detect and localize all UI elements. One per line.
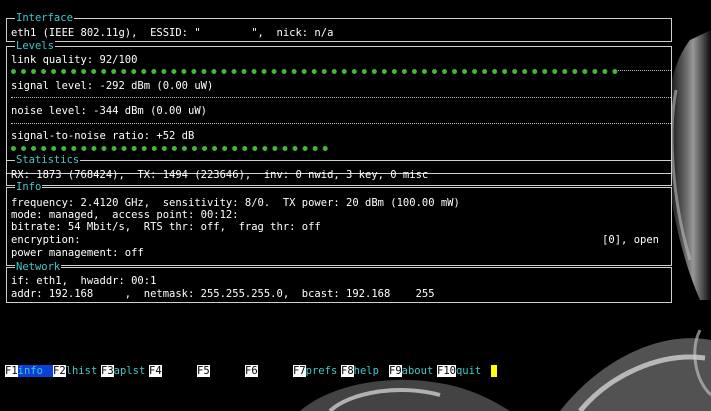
interface-line: eth1 (IEEE 802.11g), ESSID: " ", nick: n…	[11, 27, 334, 39]
info-section: Info frequency: 2.4120 GHz, sensitivity:…	[6, 181, 672, 266]
interface-section: Interface eth1 (IEEE 802.11g), ESSID: " …	[6, 12, 672, 42]
fkey-label-f7: prefs	[305, 365, 338, 377]
fkey-f7[interactable]: F7prefs	[293, 365, 337, 377]
info-frequency-line: frequency: 2.4120 GHz, sensitivity: 8/0.…	[11, 197, 460, 209]
statistics-title: Statistics	[15, 154, 81, 166]
terminal-cursor	[491, 365, 497, 377]
network-section: Network if: eth1, hwaddr: 00:1 addr: 192…	[6, 261, 672, 303]
levels-title: Levels	[15, 40, 55, 52]
info-mode-line: mode: managed, access point: 00:12:	[11, 209, 239, 221]
fkey-key-f2: F2	[53, 365, 66, 377]
fkey-key-f8: F8	[341, 365, 354, 377]
fkey-f5[interactable]: F5	[197, 365, 210, 377]
fkey-key-f1: F1	[5, 365, 18, 377]
signal-level-text: signal level: -292 dBm (0.00 uW)	[11, 80, 214, 92]
fkey-label-f2: lhist	[65, 365, 98, 377]
network-addr-line: addr: 192.168 , netmask: 255.255.255.0, …	[11, 288, 435, 300]
statistics-section: Statistics RX: 1873 (768424), TX: 1494 (…	[6, 154, 672, 186]
fkey-label-f9: about	[401, 365, 434, 377]
link-quality-text: link quality: 92/100	[11, 54, 138, 66]
fkey-f3[interactable]: F3aplst	[101, 365, 145, 377]
fkey-f2[interactable]: F2lhist	[53, 365, 97, 377]
fkey-label-f3: aplst	[113, 365, 146, 377]
fkey-label-f10: quit	[455, 365, 482, 377]
snr-bar-fill	[11, 146, 328, 151]
fkey-f9[interactable]: F9about	[389, 365, 433, 377]
info-bitrate-line: bitrate: 54 Mbit/s, RTS thr: off, frag t…	[11, 221, 321, 233]
network-if-line: if: eth1, hwaddr: 00:1	[11, 275, 157, 287]
link-quality-bar-rest	[618, 70, 671, 71]
wavemon-panel: Interface eth1 (IEEE 802.11g), ESSID: " …	[6, 12, 672, 303]
snr-text: signal-to-noise ratio: +52 dB	[11, 130, 195, 142]
link-quality-bar-fill	[11, 69, 618, 74]
fkey-f8[interactable]: F8help	[341, 365, 379, 377]
fkey-key-f6: F6	[245, 365, 258, 377]
snr-bar	[11, 146, 671, 151]
fkey-key-f4: F4	[149, 365, 162, 377]
statistics-line: RX: 1873 (768424), TX: 1494 (223646), in…	[11, 169, 429, 181]
noise-level-bar	[11, 123, 671, 124]
link-quality-bar	[11, 69, 671, 74]
fkey-f4[interactable]: F4	[149, 365, 162, 377]
info-encryption-label: encryption:	[11, 234, 81, 246]
fkey-label-f8: help	[353, 365, 379, 377]
interface-title: Interface	[15, 12, 74, 24]
fkey-key-f10: F10	[437, 365, 456, 377]
noise-level-text: noise level: -344 dBm (0.00 uW)	[11, 105, 207, 117]
info-power-line: power management: off	[11, 247, 144, 259]
fkey-f10[interactable]: F10quit	[437, 365, 481, 377]
fkey-f1[interactable]: F1info	[5, 365, 54, 377]
fkey-label-f1: info	[17, 365, 54, 377]
fkey-key-f9: F9	[389, 365, 402, 377]
info-encryption-value: [0], open	[602, 234, 659, 246]
fkey-f6[interactable]: F6	[245, 365, 258, 377]
fkey-key-f5: F5	[197, 365, 210, 377]
fkey-key-f7: F7	[293, 365, 306, 377]
info-title: Info	[15, 181, 43, 193]
fkey-key-f3: F3	[101, 365, 114, 377]
signal-level-bar	[11, 97, 671, 98]
levels-section: Levels link quality: 92/100 signal level…	[6, 40, 672, 174]
network-title: Network	[15, 261, 62, 273]
